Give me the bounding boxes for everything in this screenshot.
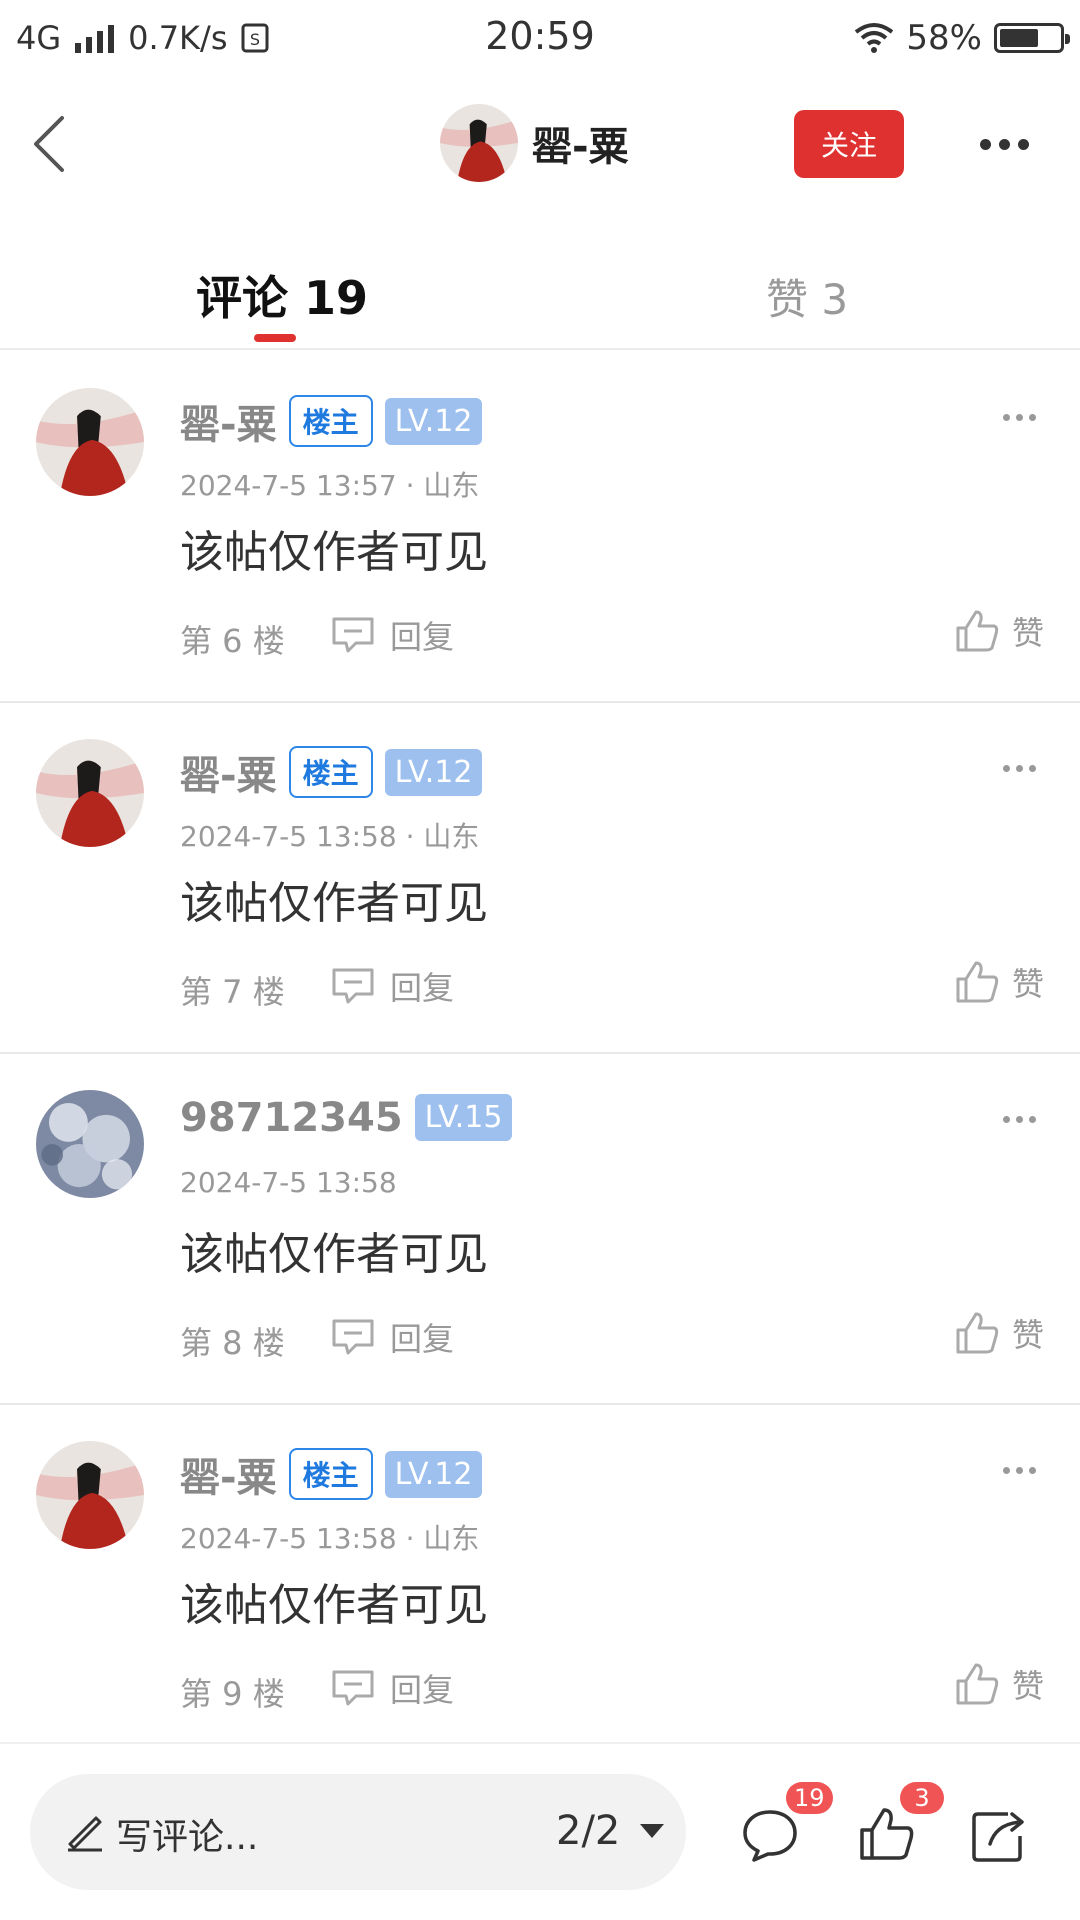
tab-likes[interactable]: 赞 3 [766, 266, 848, 327]
battery-icon [994, 23, 1070, 53]
like-label: 赞 [1011, 614, 1044, 652]
user-avatar[interactable] [36, 1441, 144, 1549]
comment-placeholder: 写评论... [116, 1817, 259, 1858]
like-label: 赞 [1011, 1316, 1044, 1354]
reply-label: 回复 [390, 1320, 455, 1358]
comment-input[interactable]: 写评论... 2/2 [30, 1774, 686, 1890]
thumbs-up-icon [956, 1663, 999, 1705]
like-button[interactable]: 赞 [954, 1661, 1044, 1707]
active-tab-indicator [254, 334, 296, 342]
comment-icon[interactable] [740, 1804, 800, 1864]
reply-icon [332, 968, 374, 1004]
host-badge: 楼主 [288, 395, 373, 447]
like-button[interactable]: 赞 [954, 959, 1044, 1005]
user-avatar[interactable] [36, 388, 144, 496]
level-badge: LV.12 [384, 748, 483, 796]
comment-count-badge: 19 [786, 1782, 833, 1814]
level-badge: LV.12 [384, 397, 483, 445]
comment-content: 该帖仅作者可见 [180, 527, 488, 578]
author-name: 罂-粟 [532, 124, 629, 170]
reply-icon [332, 1319, 374, 1355]
pen-icon [68, 1816, 102, 1852]
host-badge: 楼主 [288, 1448, 373, 1500]
username[interactable]: 罂-粟 [180, 743, 277, 801]
comment-more-icon[interactable] [1003, 1116, 1036, 1123]
level-badge: LV.12 [384, 1450, 483, 1498]
reply-button[interactable]: 回复 [330, 612, 454, 658]
comment-title-row: 罂-粟 楼主 LV.12 [180, 392, 483, 450]
reply-label: 回复 [390, 618, 455, 656]
bottom-bar: 写评论... 2/2 19 3 [0, 1742, 1080, 1920]
comment-title-row: 罂-粟 楼主 LV.12 [180, 743, 483, 801]
comment-item[interactable]: 罂-粟 楼主 LV.12 2024-7-5 13:58 · 山东 该帖仅作者可见… [0, 703, 1080, 1054]
thumbs-up-icon [956, 610, 999, 652]
reply-button[interactable]: 回复 [330, 1314, 454, 1360]
status-right: 58% [854, 14, 1070, 62]
like-button[interactable]: 赞 [954, 608, 1044, 654]
comment-more-icon[interactable] [1003, 1467, 1036, 1474]
author-avatar[interactable] [440, 104, 518, 182]
comment-more-icon[interactable] [1003, 765, 1036, 772]
battery-percent: 58% [906, 18, 982, 58]
back-arrow-icon[interactable] [26, 112, 74, 176]
comment-title-row: 98712345 LV.15 [180, 1094, 513, 1141]
page-indicator[interactable]: 2/2 [556, 1808, 620, 1854]
share-icon[interactable] [968, 1804, 1028, 1864]
floor-number: 第 7 楼 [180, 973, 285, 1011]
like-button[interactable]: 赞 [954, 1310, 1044, 1356]
post-header: 罂-粟 关注 [0, 80, 1080, 210]
comment-list: 罂-粟 楼主 LV.12 2024-7-5 13:57 · 山东 该帖仅作者可见… [0, 352, 1080, 1756]
follow-button[interactable]: 关注 [794, 110, 904, 178]
thumbs-up-icon[interactable] [856, 1804, 916, 1864]
comment-item[interactable]: 98712345 LV.15 2024-7-5 13:58 该帖仅作者可见 第 … [0, 1054, 1080, 1405]
comment-item[interactable]: 罂-粟 楼主 LV.12 2024-7-5 13:58 · 山东 该帖仅作者可见… [0, 1405, 1080, 1756]
reply-label: 回复 [390, 969, 455, 1007]
reply-label: 回复 [390, 1671, 455, 1709]
username[interactable]: 罂-粟 [180, 392, 277, 450]
user-avatar[interactable] [36, 1090, 144, 1198]
status-bar: 4G 0.7K/s S 20:59 58% [0, 0, 1080, 76]
comment-content: 该帖仅作者可见 [180, 878, 488, 929]
user-avatar[interactable] [36, 739, 144, 847]
reply-button[interactable]: 回复 [330, 1665, 454, 1711]
tabs-bar: 评论 19 赞 3 [0, 240, 1080, 350]
thumbs-up-icon [956, 961, 999, 1003]
comment-time-location: 2024-7-5 13:58 · 山东 [180, 1522, 480, 1555]
comment-time-location: 2024-7-5 13:58 · 山东 [180, 820, 480, 853]
comment-title-row: 罂-粟 楼主 LV.12 [180, 1445, 483, 1503]
like-label: 赞 [1011, 965, 1044, 1003]
comment-content: 该帖仅作者可见 [180, 1580, 488, 1631]
host-badge: 楼主 [288, 746, 373, 798]
comment-content: 该帖仅作者可见 [180, 1229, 488, 1280]
floor-number: 第 6 楼 [180, 622, 285, 660]
reply-icon [332, 617, 374, 653]
level-badge: LV.15 [414, 1094, 513, 1141]
comment-time-location: 2024-7-5 13:57 · 山东 [180, 469, 480, 502]
floor-number: 第 8 楼 [180, 1324, 285, 1362]
like-label: 赞 [1011, 1667, 1044, 1705]
comment-item[interactable]: 罂-粟 楼主 LV.12 2024-7-5 13:57 · 山东 该帖仅作者可见… [0, 352, 1080, 703]
username[interactable]: 98712345 [180, 1095, 403, 1141]
author-info[interactable]: 罂-粟 [440, 104, 629, 182]
reply-button[interactable]: 回复 [330, 963, 454, 1009]
caret-down-icon[interactable] [640, 1824, 664, 1838]
more-options-icon[interactable] [980, 130, 1034, 158]
thumbs-up-icon [956, 1312, 999, 1354]
reply-icon [332, 1670, 374, 1706]
wifi-icon [855, 23, 894, 53]
username[interactable]: 罂-粟 [180, 1445, 277, 1503]
comment-more-icon[interactable] [1003, 414, 1036, 421]
like-count-badge: 3 [900, 1782, 944, 1814]
floor-number: 第 9 楼 [180, 1675, 285, 1713]
tab-comments[interactable]: 评论 19 [196, 262, 368, 328]
comment-time-location: 2024-7-5 13:58 [180, 1166, 397, 1199]
